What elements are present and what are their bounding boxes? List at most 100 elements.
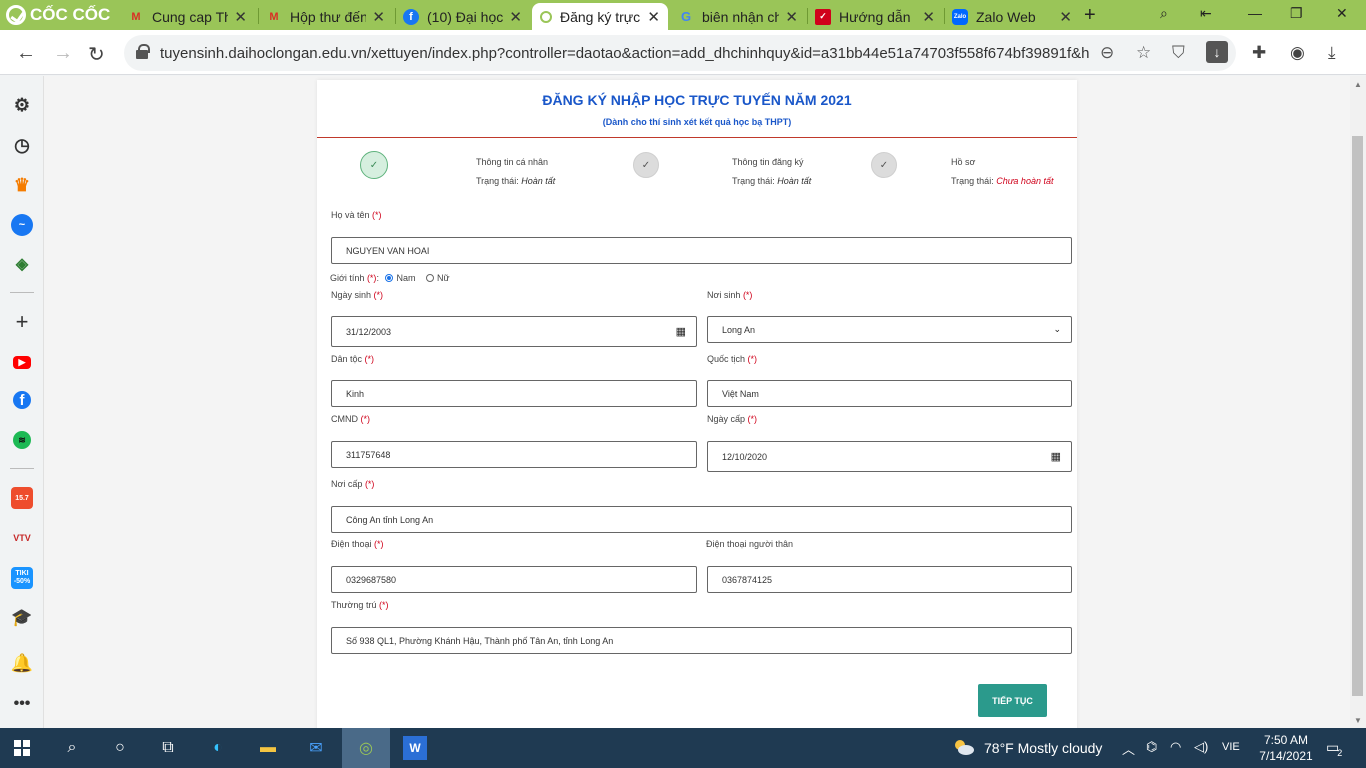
forward-arrow-icon[interactable]: → <box>53 42 73 65</box>
status-label: Trạng thái: <box>732 176 775 186</box>
status-value: Hoàn tất <box>777 176 812 186</box>
chevron-up-icon[interactable]: ︿ <box>1122 739 1135 758</box>
search-icon[interactable]: ⌕ <box>60 736 84 760</box>
page-scrollbar[interactable]: ▲ ▼ <box>1350 76 1366 728</box>
notification-center-icon[interactable]: ▭2 <box>1326 739 1344 758</box>
mail-icon[interactable]: ✉ <box>304 736 328 760</box>
cortana-icon[interactable]: ○ <box>108 736 132 760</box>
maximize-icon[interactable]: ❐ <box>1290 5 1303 22</box>
address-bar[interactable]: tuyensinh.daihoclongan.edu.vn/xettuyen/i… <box>124 35 1236 71</box>
profile-icon[interactable]: ◉ <box>1290 43 1305 63</box>
noi-cap-input[interactable]: Công An tỉnh Long An <box>331 506 1072 533</box>
ngay-cap-input[interactable]: 12/10/2020 ▦ <box>707 441 1072 472</box>
tab-3-active[interactable]: Đăng ký trực ✕ <box>532 3 668 30</box>
scrollbar-thumb[interactable] <box>1352 136 1363 696</box>
game-icon[interactable]: ◈ <box>11 253 33 275</box>
brand-name: CỐC CỐC <box>30 5 111 24</box>
tab-title: Hướng dẫn <box>839 8 911 25</box>
url-text[interactable]: tuyensinh.daihoclongan.edu.vn/xettuyen/i… <box>160 45 1090 62</box>
radio-nu[interactable] <box>425 274 434 283</box>
dan-toc-input[interactable]: Kinh <box>331 380 697 407</box>
reload-icon[interactable]: ↻ <box>88 42 105 67</box>
label-text: Điện thoại <box>331 539 372 549</box>
notification-icon[interactable]: 🔔 <box>11 652 33 674</box>
back-arrow-icon[interactable]: ← <box>16 42 36 65</box>
facebook-icon[interactable]: f <box>13 391 31 409</box>
history-icon[interactable]: ◷ <box>11 134 33 156</box>
noi-sinh-select[interactable]: Long An ⌄ <box>707 316 1072 343</box>
ngay-sinh-value: 31/12/2003 <box>346 326 392 337</box>
volume-icon[interactable]: ◁) <box>1194 739 1208 755</box>
youtube-icon[interactable]: ▶ <box>13 356 31 369</box>
calendar-icon[interactable]: ▦ <box>676 325 686 338</box>
shield-icon[interactable]: ⛉ <box>1172 43 1185 63</box>
vtv-icon[interactable]: VTV <box>11 527 33 549</box>
coccoc-taskbar-icon[interactable]: ◎ <box>342 728 390 768</box>
close-icon[interactable]: ✕ <box>509 8 522 26</box>
coccoc-logo[interactable]: CỐC CỐC <box>6 4 110 26</box>
downloads-icon[interactable]: ⤓ <box>1328 43 1336 63</box>
dt-nguoi-than-input[interactable]: 0367874125 <box>707 566 1072 593</box>
task-view-icon[interactable]: ⧉ <box>156 736 180 760</box>
add-icon[interactable]: + <box>11 309 33 334</box>
dien-thoai-input[interactable]: 0329687580 <box>331 566 697 593</box>
ngay-sinh-input[interactable]: 31/12/2003 ▦ <box>331 316 697 347</box>
close-icon[interactable]: ✕ <box>234 8 247 26</box>
ngay-cap-label: Ngày cấp (*) <box>707 414 757 424</box>
language-indicator[interactable]: VIE <box>1222 741 1240 753</box>
tab-0[interactable]: M Cung cap Th ✕ <box>120 3 255 30</box>
zoom-icon[interactable]: ⊖ <box>1100 43 1114 63</box>
settings-icon[interactable]: ⚙ <box>11 94 33 116</box>
minimize-icon[interactable]: — <box>1248 5 1262 21</box>
label-text: Thường trú <box>331 600 377 610</box>
scroll-down-icon[interactable]: ▼ <box>1354 716 1362 725</box>
clock[interactable]: 7:50 AM 7/14/2021 <box>1256 732 1316 764</box>
messenger-icon[interactable]: ~ <box>11 214 33 236</box>
shopee-icon[interactable]: 15.7 <box>11 487 33 509</box>
thuong-tru-input[interactable]: Số 938 QL1, Phường Khánh Hậu, Thành phố … <box>331 627 1072 654</box>
tiep-tuc-button[interactable]: TIẾP TỤC <box>978 684 1047 717</box>
calendar-icon[interactable]: ▦ <box>1051 450 1061 463</box>
more-icon[interactable]: ••• <box>11 693 33 715</box>
download-icon[interactable]: ↓ <box>1206 41 1228 63</box>
wifi-icon[interactable]: ◠ <box>1170 739 1181 755</box>
back-tab-icon[interactable]: ⇤ <box>1200 5 1212 22</box>
cmnd-input[interactable]: 311757648 <box>331 441 697 468</box>
zalo-icon: Zalo <box>952 8 968 25</box>
close-icon[interactable]: ✕ <box>922 8 935 26</box>
edu-icon[interactable]: 🎓 <box>11 607 33 629</box>
page-content: ĐĂNG KÝ NHẬP HỌC TRỰC TUYẾN NĂM 2021 (Dà… <box>44 76 1350 728</box>
step-1-check-icon: ✓ <box>360 151 388 179</box>
quoc-tich-input[interactable]: Việt Nam <box>707 380 1072 407</box>
tab-4[interactable]: G biên nhận ch ✕ <box>670 3 806 30</box>
close-icon[interactable]: ✕ <box>785 8 798 26</box>
ho-ten-input[interactable]: NGUYEN VAN HOAI <box>331 237 1072 264</box>
new-tab-button[interactable]: + <box>1084 4 1096 27</box>
weather-widget[interactable]: 78°F Mostly cloudy <box>984 740 1102 756</box>
windows-start-icon[interactable] <box>10 736 34 760</box>
word-icon[interactable]: W <box>403 736 427 760</box>
tab-title: Đăng ký trực <box>560 8 641 25</box>
status-value: Chưa hoàn tất <box>996 176 1054 186</box>
close-icon[interactable]: ✕ <box>1059 8 1072 26</box>
file-explorer-icon[interactable]: ▬ <box>256 736 280 760</box>
tab-1[interactable]: M Hộp thư đến ✕ <box>258 3 393 30</box>
extensions-icon[interactable]: ✚ <box>1252 43 1266 63</box>
tab-2[interactable]: f (10) Đại học ✕ <box>395 3 530 30</box>
tiki-icon[interactable]: TIKI -50% <box>11 567 33 589</box>
crown-icon[interactable]: ♛ <box>11 174 33 196</box>
star-icon[interactable]: ☆ <box>1136 43 1151 63</box>
cloud-icon[interactable] <box>953 738 975 756</box>
window-close-icon[interactable]: ✕ <box>1336 5 1348 22</box>
scroll-up-icon[interactable]: ▲ <box>1354 80 1362 89</box>
tab-6[interactable]: Zalo Zalo Web ✕ <box>944 3 1080 30</box>
close-icon[interactable]: ✕ <box>372 8 385 26</box>
tab-5[interactable]: ✓ Hướng dẫn ✕ <box>807 3 943 30</box>
edge-icon[interactable]: ◐ <box>206 736 230 760</box>
coccoc-sidebar: ⚙ ◷ ♛ ~ ◈ + ▶ f ≋ 15.7 VTV TIKI -50% 🎓 🔔… <box>0 76 44 728</box>
close-icon[interactable]: ✕ <box>647 8 660 26</box>
spotify-icon[interactable]: ≋ <box>13 431 31 449</box>
network-icon[interactable]: ⌬ <box>1146 739 1157 755</box>
tab-search-icon[interactable]: ⌕ <box>1160 5 1168 22</box>
radio-nam[interactable] <box>385 274 394 283</box>
